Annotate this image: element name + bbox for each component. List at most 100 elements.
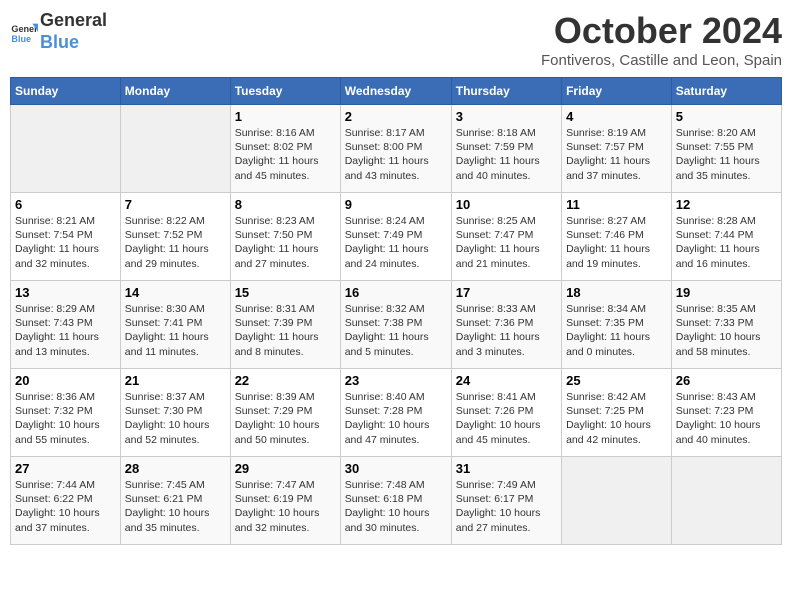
calendar-week-row: 27 Sunrise: 7:44 AM Sunset: 6:22 PM Dayli…: [11, 457, 782, 545]
day-info: Sunrise: 8:35 AM Sunset: 7:33 PM Dayligh…: [676, 302, 777, 359]
day-number: 12: [676, 197, 777, 212]
day-number: 24: [456, 373, 557, 388]
calendar-cell: 23 Sunrise: 8:40 AM Sunset: 7:28 PM Dayli…: [340, 369, 451, 457]
day-info: Sunrise: 8:18 AM Sunset: 7:59 PM Dayligh…: [456, 126, 557, 183]
calendar-cell: 16 Sunrise: 8:32 AM Sunset: 7:38 PM Dayli…: [340, 281, 451, 369]
calendar-cell: [671, 457, 781, 545]
logo-general-text: General: [40, 10, 107, 32]
calendar-cell: 6Sunrise: 8:21 AM Sunset: 7:54 PM Daylig…: [11, 193, 121, 281]
day-info: Sunrise: 8:28 AM Sunset: 7:44 PM Dayligh…: [676, 214, 777, 271]
calendar-cell: 20Sunrise: 8:36 AM Sunset: 7:32 PM Dayli…: [11, 369, 121, 457]
logo-blue-text: Blue: [40, 32, 107, 54]
weekday-header: Friday: [562, 78, 672, 105]
calendar-cell: 28 Sunrise: 7:45 AM Sunset: 6:21 PM Dayli…: [120, 457, 230, 545]
day-info: Sunrise: 8:27 AM Sunset: 7:46 PM Dayligh…: [566, 214, 667, 271]
calendar-cell: 8 Sunrise: 8:23 AM Sunset: 7:50 PM Daylig…: [230, 193, 340, 281]
day-info: Sunrise: 8:36 AM Sunset: 7:32 PM Dayligh…: [15, 390, 116, 447]
calendar-cell: 25 Sunrise: 8:42 AM Sunset: 7:25 PM Dayli…: [562, 369, 672, 457]
calendar-cell: 15Sunrise: 8:31 AM Sunset: 7:39 PM Dayli…: [230, 281, 340, 369]
day-info: Sunrise: 8:42 AM Sunset: 7:25 PM Dayligh…: [566, 390, 667, 447]
day-info: Sunrise: 8:22 AM Sunset: 7:52 PM Dayligh…: [125, 214, 226, 271]
day-number: 8: [235, 197, 336, 212]
calendar-cell: 14Sunrise: 8:30 AM Sunset: 7:41 PM Dayli…: [120, 281, 230, 369]
calendar-cell: 22 Sunrise: 8:39 AM Sunset: 7:29 PM Dayli…: [230, 369, 340, 457]
calendar-cell: 17Sunrise: 8:33 AM Sunset: 7:36 PM Dayli…: [451, 281, 561, 369]
day-info: Sunrise: 8:24 AM Sunset: 7:49 PM Dayligh…: [345, 214, 447, 271]
day-info: Sunrise: 7:48 AM Sunset: 6:18 PM Dayligh…: [345, 478, 447, 535]
day-number: 1: [235, 109, 336, 124]
day-info: Sunrise: 8:29 AM Sunset: 7:43 PM Dayligh…: [15, 302, 116, 359]
weekday-header: Tuesday: [230, 78, 340, 105]
calendar-table: SundayMondayTuesdayWednesdayThursdayFrid…: [10, 77, 782, 545]
day-info: Sunrise: 7:49 AM Sunset: 6:17 PM Dayligh…: [456, 478, 557, 535]
day-number: 3: [456, 109, 557, 124]
calendar-cell: 29 Sunrise: 7:47 AM Sunset: 6:19 PM Dayli…: [230, 457, 340, 545]
logo-icon: General Blue: [10, 18, 38, 46]
day-number: 14: [125, 285, 226, 300]
svg-text:Blue: Blue: [11, 33, 31, 43]
day-number: 18: [566, 285, 667, 300]
calendar-cell: [11, 105, 121, 193]
calendar-week-row: 1 Sunrise: 8:16 AM Sunset: 8:02 PM Daylig…: [11, 105, 782, 193]
day-number: 22: [235, 373, 336, 388]
day-info: Sunrise: 7:47 AM Sunset: 6:19 PM Dayligh…: [235, 478, 336, 535]
calendar-cell: 3 Sunrise: 8:18 AM Sunset: 7:59 PM Daylig…: [451, 105, 561, 193]
calendar-cell: [120, 105, 230, 193]
calendar-cell: 1 Sunrise: 8:16 AM Sunset: 8:02 PM Daylig…: [230, 105, 340, 193]
day-number: 23: [345, 373, 447, 388]
calendar-header: SundayMondayTuesdayWednesdayThursdayFrid…: [11, 78, 782, 105]
day-info: Sunrise: 8:16 AM Sunset: 8:02 PM Dayligh…: [235, 126, 336, 183]
day-info: Sunrise: 7:44 AM Sunset: 6:22 PM Dayligh…: [15, 478, 116, 535]
logo: General Blue General Blue: [10, 10, 107, 53]
day-number: 16: [345, 285, 447, 300]
day-info: Sunrise: 8:32 AM Sunset: 7:38 PM Dayligh…: [345, 302, 447, 359]
weekday-header: Wednesday: [340, 78, 451, 105]
calendar-cell: 5Sunrise: 8:20 AM Sunset: 7:55 PM Daylig…: [671, 105, 781, 193]
calendar-cell: 21Sunrise: 8:37 AM Sunset: 7:30 PM Dayli…: [120, 369, 230, 457]
day-number: 29: [235, 461, 336, 476]
weekday-row: SundayMondayTuesdayWednesdayThursdayFrid…: [11, 78, 782, 105]
calendar-cell: 31Sunrise: 7:49 AM Sunset: 6:17 PM Dayli…: [451, 457, 561, 545]
calendar-cell: 11 Sunrise: 8:27 AM Sunset: 7:46 PM Dayli…: [562, 193, 672, 281]
day-number: 13: [15, 285, 116, 300]
day-info: Sunrise: 8:23 AM Sunset: 7:50 PM Dayligh…: [235, 214, 336, 271]
day-info: Sunrise: 8:39 AM Sunset: 7:29 PM Dayligh…: [235, 390, 336, 447]
location-title: Fontiveros, Castille and Leon, Spain: [541, 52, 782, 69]
day-number: 25: [566, 373, 667, 388]
day-info: Sunrise: 8:31 AM Sunset: 7:39 PM Dayligh…: [235, 302, 336, 359]
weekday-header: Monday: [120, 78, 230, 105]
day-number: 11: [566, 197, 667, 212]
calendar-cell: 30 Sunrise: 7:48 AM Sunset: 6:18 PM Dayli…: [340, 457, 451, 545]
day-number: 30: [345, 461, 447, 476]
day-info: Sunrise: 8:25 AM Sunset: 7:47 PM Dayligh…: [456, 214, 557, 271]
weekday-header: Sunday: [11, 78, 121, 105]
page-header: General Blue General Blue October 2024 F…: [10, 10, 782, 69]
calendar-week-row: 6Sunrise: 8:21 AM Sunset: 7:54 PM Daylig…: [11, 193, 782, 281]
weekday-header: Saturday: [671, 78, 781, 105]
month-title: October 2024: [541, 10, 782, 52]
day-number: 10: [456, 197, 557, 212]
calendar-cell: 4Sunrise: 8:19 AM Sunset: 7:57 PM Daylig…: [562, 105, 672, 193]
day-info: Sunrise: 8:41 AM Sunset: 7:26 PM Dayligh…: [456, 390, 557, 447]
calendar-cell: 18Sunrise: 8:34 AM Sunset: 7:35 PM Dayli…: [562, 281, 672, 369]
calendar-cell: 24 Sunrise: 8:41 AM Sunset: 7:26 PM Dayli…: [451, 369, 561, 457]
day-info: Sunrise: 8:17 AM Sunset: 8:00 PM Dayligh…: [345, 126, 447, 183]
calendar-cell: 27 Sunrise: 7:44 AM Sunset: 6:22 PM Dayli…: [11, 457, 121, 545]
day-number: 27: [15, 461, 116, 476]
day-info: Sunrise: 8:40 AM Sunset: 7:28 PM Dayligh…: [345, 390, 447, 447]
day-info: Sunrise: 8:43 AM Sunset: 7:23 PM Dayligh…: [676, 390, 777, 447]
day-number: 6: [15, 197, 116, 212]
day-number: 28: [125, 461, 226, 476]
day-number: 19: [676, 285, 777, 300]
day-number: 5: [676, 109, 777, 124]
day-number: 2: [345, 109, 447, 124]
calendar-cell: 10 Sunrise: 8:25 AM Sunset: 7:47 PM Dayli…: [451, 193, 561, 281]
calendar-week-row: 13 Sunrise: 8:29 AM Sunset: 7:43 PM Dayli…: [11, 281, 782, 369]
day-number: 9: [345, 197, 447, 212]
day-info: Sunrise: 8:19 AM Sunset: 7:57 PM Dayligh…: [566, 126, 667, 183]
calendar-cell: [562, 457, 672, 545]
calendar-body: 1 Sunrise: 8:16 AM Sunset: 8:02 PM Daylig…: [11, 105, 782, 545]
day-info: Sunrise: 7:45 AM Sunset: 6:21 PM Dayligh…: [125, 478, 226, 535]
day-number: 21: [125, 373, 226, 388]
day-number: 7: [125, 197, 226, 212]
